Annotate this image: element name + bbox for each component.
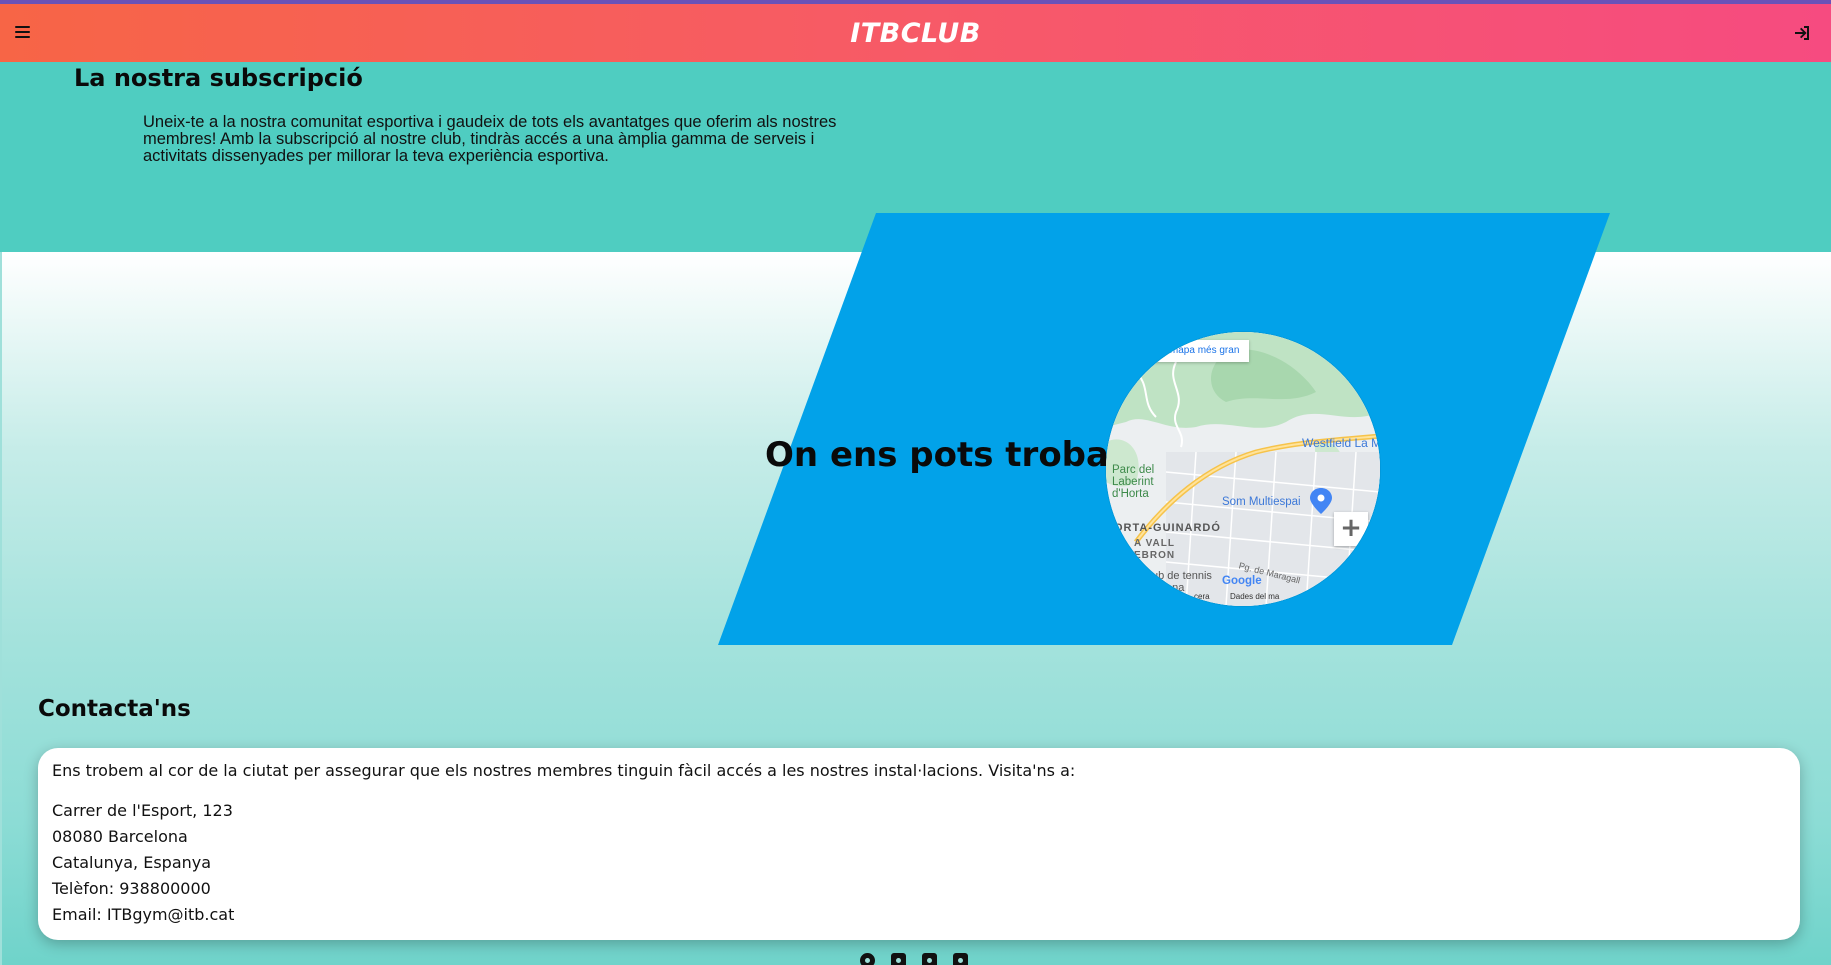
app-header: ITBCLUB <box>0 4 1831 62</box>
footer-social-links <box>860 953 968 965</box>
map-label-som-multiespai: Som Multiespai <box>1222 496 1301 508</box>
location-title: On ens pots trobar <box>765 435 1126 475</box>
twitter-icon[interactable] <box>922 953 937 965</box>
contact-intro: Ens trobem al cor de la ciutat per asseg… <box>52 761 1076 780</box>
map-label-tennis: ub de tennis celona <box>1152 570 1212 594</box>
hamburger-menu-icon[interactable] <box>15 26 30 39</box>
facebook-icon[interactable] <box>860 953 875 965</box>
map-attribution: Dades del ma <box>1230 592 1280 601</box>
google-logo: Google <box>1222 575 1262 587</box>
contact-email[interactable]: Email: ITBgym@itb.cat <box>52 902 1786 928</box>
map-zoom-in-button[interactable]: + <box>1334 512 1368 546</box>
contact-address-city: 08080 Barcelona <box>52 827 188 846</box>
instagram-icon[interactable] <box>891 953 906 965</box>
map-label-westfield: Westfield La M <box>1302 436 1380 450</box>
contact-phone: Telèfon: 938800000 <box>52 879 211 898</box>
map-label-park-line2: Laberint <box>1112 476 1154 488</box>
map-label-park-line3: d'Horta <box>1112 488 1149 500</box>
larger-map-button[interactable]: en mapa més gran <box>1146 340 1250 362</box>
map-label-park-line1: Parc del <box>1112 464 1155 476</box>
contact-address-street: Carrer de l'Esport, 123 <box>52 801 233 820</box>
map-label-vall-line1: A VALL <box>1134 538 1175 549</box>
contact-title: Contacta'ns <box>38 696 191 722</box>
contact-address-region: Catalunya, Espanya <box>52 853 212 872</box>
map-label-vall-line2: EBRON <box>1134 550 1176 561</box>
map-label-tennis-line1: ub de tennis <box>1152 570 1212 582</box>
map-label-district: ORTA-GUINARDÓ <box>1114 522 1221 534</box>
contact-card: Ens trobem al cor de la ciutat per asseg… <box>38 748 1800 940</box>
map-label-park: Parc del Laberint d'Horta <box>1112 464 1154 500</box>
map-attribution-left: cera <box>1194 592 1210 601</box>
subscription-text: Uneix-te a la nostra comunitat esportiva… <box>143 113 837 165</box>
youtube-icon[interactable] <box>953 953 968 965</box>
subscription-title: La nostra subscripció <box>74 64 363 92</box>
sign-in-icon[interactable] <box>1793 24 1811 42</box>
map-label-vall: A VALL EBRON <box>1134 538 1175 562</box>
brand-logo[interactable]: ITBCLUB <box>850 18 981 49</box>
map-embed[interactable]: en mapa més gran Westfield La M Parc del… <box>1106 332 1380 606</box>
